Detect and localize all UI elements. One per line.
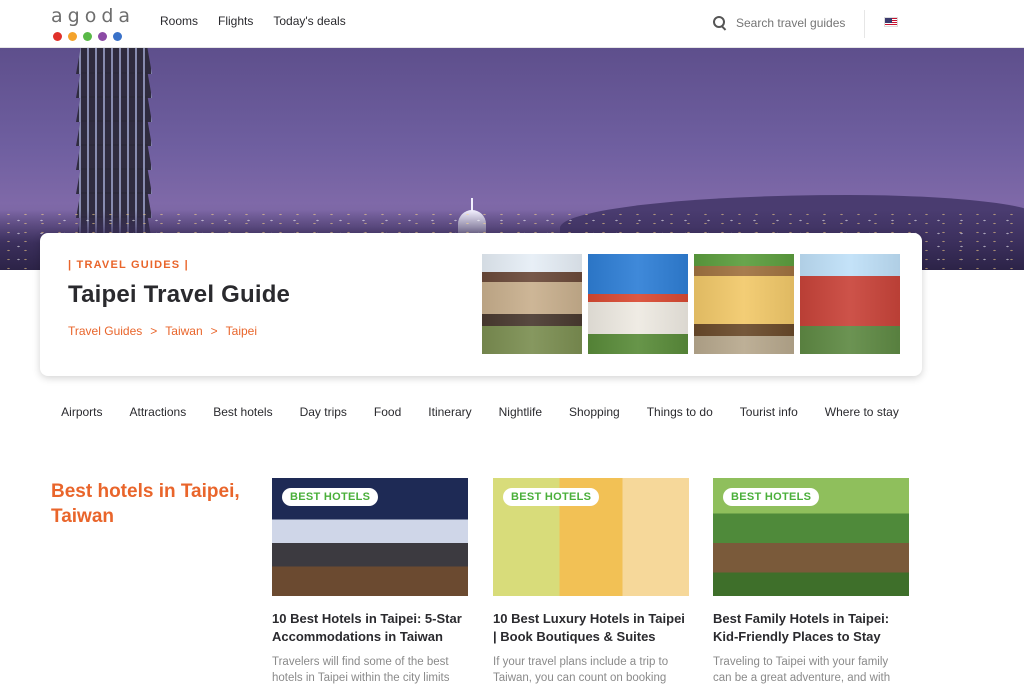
tab-itinerary[interactable]: Itinerary (428, 404, 471, 420)
breadcrumb-taipei[interactable]: Taipei (226, 324, 257, 338)
header-divider (864, 10, 865, 38)
article-excerpt: Traveling to Taipei with your family can… (713, 656, 891, 684)
article-title[interactable]: Best Family Hotels in Taipei: Kid-Friend… (713, 610, 909, 646)
travel-guide-search[interactable] (713, 14, 856, 32)
agoda-logo[interactable]: agoda (51, 5, 130, 41)
tab-tourist-info[interactable]: Tourist info (740, 404, 798, 420)
logo-dot (53, 32, 62, 41)
article-card[interactable]: BEST HOTELS Best Family Hotels in Taipei… (713, 478, 909, 684)
thumbnail-temple[interactable] (482, 254, 582, 354)
guide-thumbnail-strip (482, 254, 900, 354)
logo-dot (68, 32, 77, 41)
tab-things-to-do[interactable]: Things to do (647, 404, 713, 420)
article-excerpt: If your travel plans include a trip to T… (493, 656, 669, 684)
top-navigation-bar: agoda Rooms Flights Today's deals (0, 0, 1024, 48)
nav-rooms-link[interactable]: Rooms (160, 14, 198, 34)
breadcrumb-taiwan[interactable]: Taiwan (165, 324, 202, 338)
breadcrumb: Travel Guides > Taiwan > Taipei (68, 324, 257, 338)
guide-header-card: | TRAVEL GUIDES | Taipei Travel Guide Tr… (40, 233, 922, 376)
tab-shopping[interactable]: Shopping (569, 404, 620, 420)
logo-dots (53, 32, 122, 41)
logo-wordmark: agoda (51, 5, 136, 27)
tab-attractions[interactable]: Attractions (130, 404, 187, 420)
thumbnail-gate[interactable] (588, 254, 688, 354)
nav-flights-link[interactable]: Flights (218, 14, 253, 34)
travel-guides-eyebrow: | TRAVEL GUIDES | (68, 259, 189, 271)
nav-todays-deals-link[interactable]: Today's deals (273, 14, 345, 34)
tab-nightlife[interactable]: Nightlife (499, 404, 542, 420)
tab-best-hotels[interactable]: Best hotels (213, 404, 272, 420)
logo-dot (83, 32, 92, 41)
tab-day-trips[interactable]: Day trips (300, 404, 347, 420)
article-title[interactable]: 10 Best Luxury Hotels in Taipei | Book B… (493, 610, 689, 646)
thumbnail-red-house[interactable] (800, 254, 900, 354)
article-image-family-hiking[interactable]: BEST HOTELS (713, 478, 909, 596)
breadcrumb-separator: > (210, 324, 218, 338)
breadcrumb-travel-guides[interactable]: Travel Guides (68, 324, 142, 338)
tab-airports[interactable]: Airports (61, 404, 102, 420)
article-image-bathroom[interactable]: BEST HOTELS (272, 478, 468, 596)
main-nav: Rooms Flights Today's deals (160, 0, 346, 48)
us-flag-icon[interactable] (884, 17, 898, 27)
best-hotels-badge: BEST HOTELS (723, 488, 820, 506)
article-card[interactable]: BEST HOTELS 10 Best Luxury Hotels in Tai… (493, 478, 689, 684)
best-hotels-badge: BEST HOTELS (282, 488, 379, 506)
article-image-toiletries[interactable]: BEST HOTELS (493, 478, 689, 596)
guide-category-tabs: Airports Attractions Best hotels Day tri… (0, 404, 960, 420)
section-title: Best hotels in Taipei, Taiwan (51, 481, 240, 527)
logo-dot (113, 32, 122, 41)
article-excerpt: Travelers will find some of the best hot… (272, 656, 450, 684)
thumbnail-old-street[interactable] (694, 254, 794, 354)
logo-dot (98, 32, 107, 41)
page-title: Taipei Travel Guide (68, 281, 291, 308)
search-icon[interactable] (713, 16, 727, 30)
breadcrumb-separator: > (150, 324, 158, 338)
tab-food[interactable]: Food (374, 404, 401, 420)
article-card[interactable]: BEST HOTELS 10 Best Hotels in Taipei: 5-… (272, 478, 468, 684)
best-hotels-badge: BEST HOTELS (503, 488, 600, 506)
article-title[interactable]: 10 Best Hotels in Taipei: 5-Star Accommo… (272, 610, 468, 646)
search-input[interactable] (736, 16, 856, 30)
tab-where-to-stay[interactable]: Where to stay (825, 404, 899, 420)
